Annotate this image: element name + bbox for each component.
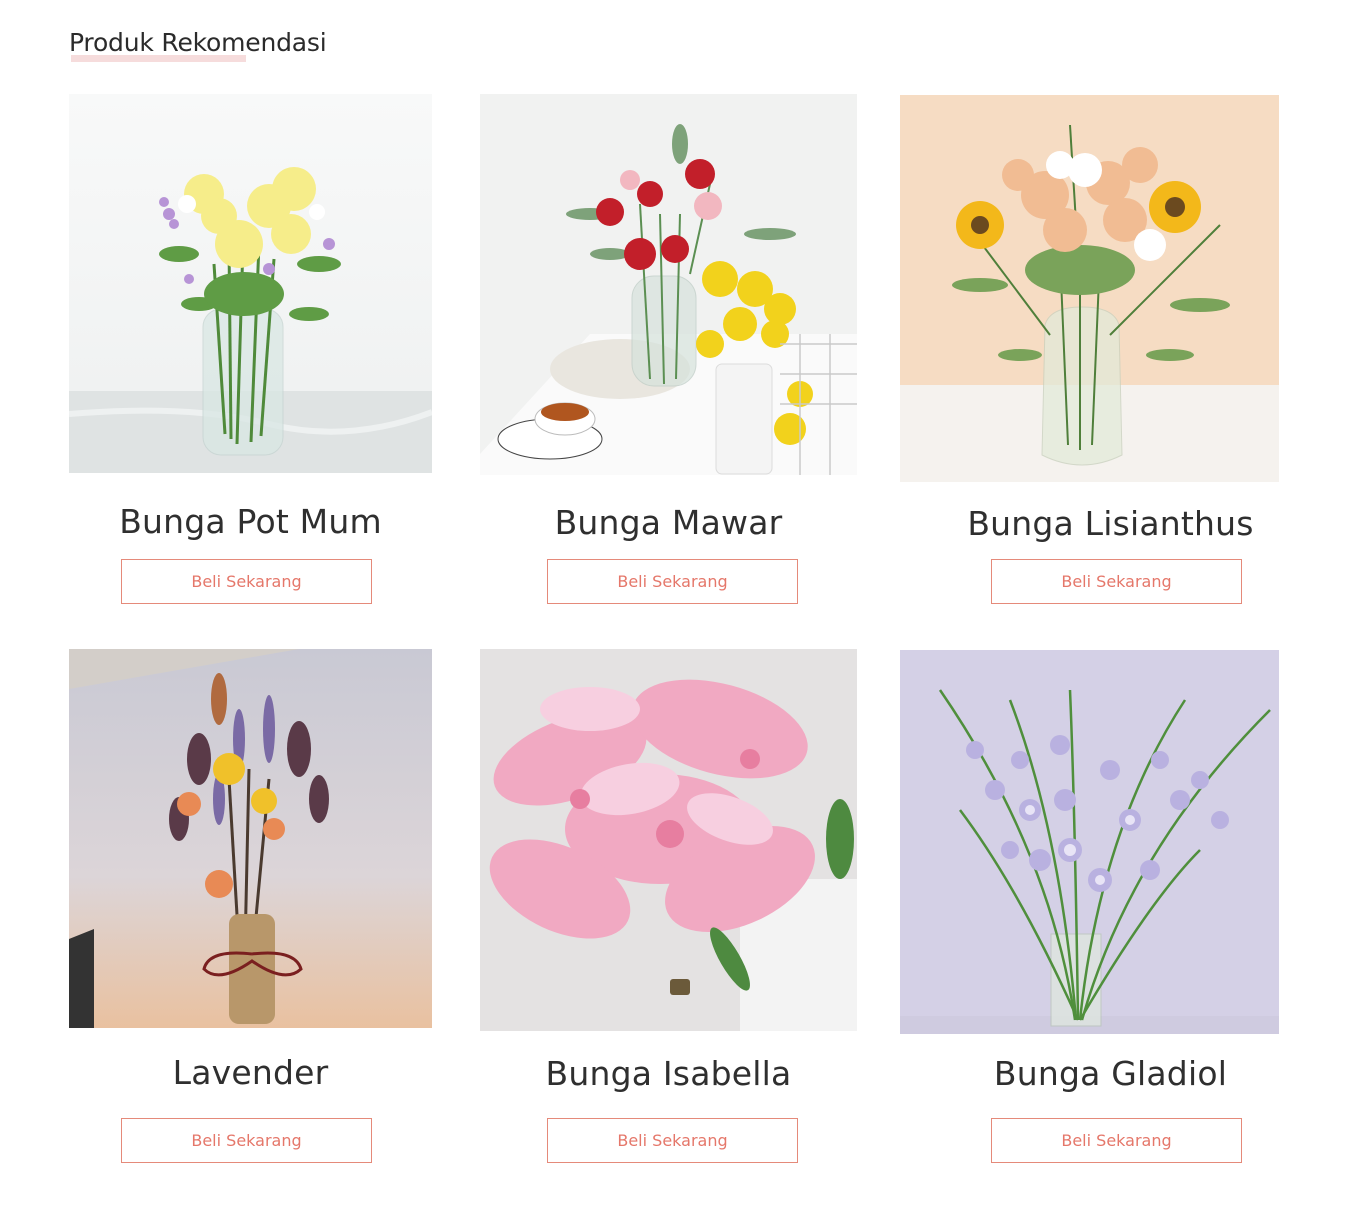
product-card-isabella: Bunga Isabella Beli Sekarang bbox=[480, 649, 857, 1164]
buy-now-button[interactable]: Beli Sekarang bbox=[121, 559, 372, 604]
buy-now-button[interactable]: Beli Sekarang bbox=[121, 1118, 372, 1163]
buy-now-button[interactable]: Beli Sekarang bbox=[991, 1118, 1242, 1163]
buy-now-button[interactable]: Beli Sekarang bbox=[547, 1118, 798, 1163]
product-card-mawar: Bunga Mawar Beli Sekarang bbox=[480, 94, 857, 609]
section-title: Produk Rekomendasi bbox=[69, 28, 327, 57]
product-card-lisianthus: Bunga Lisianthus Beli Sekarang bbox=[900, 95, 1279, 609]
product-name: Bunga Isabella bbox=[545, 1054, 792, 1093]
product-card-gladiol: Bunga Gladiol Beli Sekarang bbox=[900, 650, 1279, 1164]
buy-now-button[interactable]: Beli Sekarang bbox=[547, 559, 798, 604]
product-image-mawar[interactable] bbox=[480, 94, 857, 475]
product-name: Bunga Mawar bbox=[554, 503, 783, 542]
product-image-lisianthus[interactable] bbox=[900, 95, 1279, 482]
product-name: Bunga Gladiol bbox=[993, 1054, 1228, 1093]
buy-now-button[interactable]: Beli Sekarang bbox=[991, 559, 1242, 604]
product-image-gladiol[interactable] bbox=[900, 650, 1279, 1034]
product-card-pot-mum: Bunga Pot Mum Beli Sekarang bbox=[69, 94, 432, 609]
product-card-lavender: Lavender Beli Sekarang bbox=[69, 649, 432, 1164]
product-image-pot-mum[interactable] bbox=[69, 94, 432, 473]
product-name: Lavender bbox=[172, 1053, 329, 1092]
product-image-isabella[interactable] bbox=[480, 649, 857, 1031]
product-name: Bunga Lisianthus bbox=[967, 504, 1254, 543]
product-name: Bunga Pot Mum bbox=[119, 502, 382, 541]
product-image-lavender[interactable] bbox=[69, 649, 432, 1028]
